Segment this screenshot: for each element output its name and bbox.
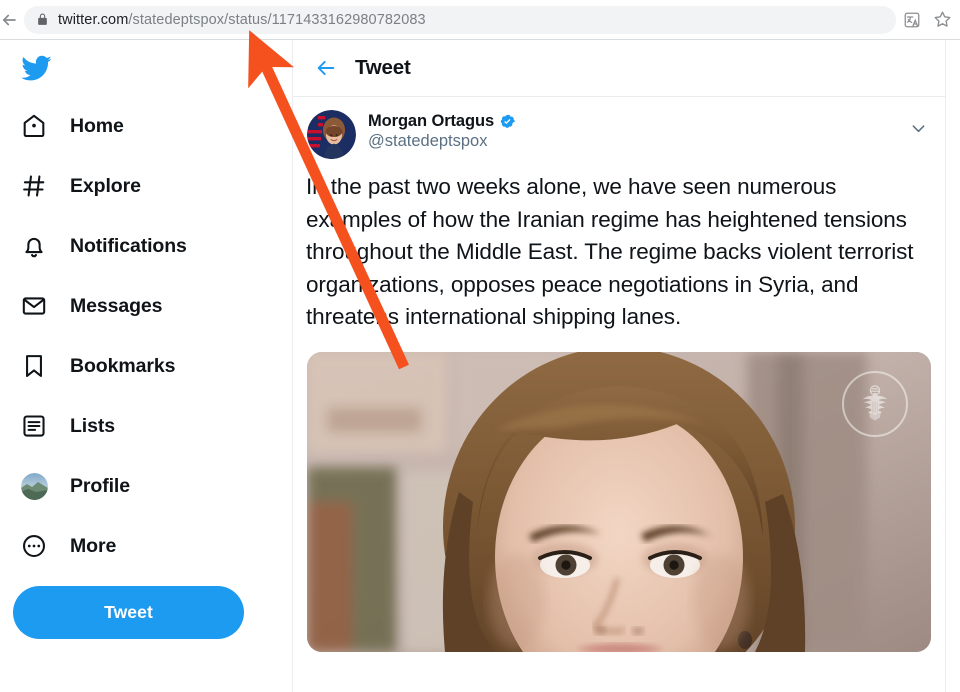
sidebar-item-label: Explore [70, 174, 141, 197]
browser-nav-edge-icon[interactable] [0, 0, 18, 40]
sidebar-item-notifications[interactable]: Notifications [14, 216, 292, 276]
twitter-bird-logo[interactable] [14, 40, 292, 96]
bookmark-icon [14, 353, 54, 379]
back-arrow-icon[interactable] [309, 51, 343, 85]
hashtag-icon [14, 173, 54, 199]
profile-avatar-icon [14, 472, 54, 500]
author-name[interactable]: Morgan Ortagus [368, 112, 494, 131]
url-path: /statedeptspox/status/117143316298078208… [128, 11, 426, 28]
sidebar-item-explore[interactable]: Explore [14, 156, 292, 216]
twitter-app: Home Explore Notifications Messages Book… [0, 40, 960, 692]
sidebar-item-label: Lists [70, 414, 116, 437]
tweet-detail-column: Tweet Morgan Ortagus @statedeptspox In t… [293, 40, 946, 692]
chevron-down-icon[interactable] [905, 115, 931, 141]
sidebar-item-home[interactable]: Home [14, 96, 292, 156]
verified-badge-icon [499, 113, 516, 130]
sidebar-navigation: Home Explore Notifications Messages Book… [0, 40, 293, 692]
lock-icon [36, 13, 49, 26]
url-host: twitter.com [58, 11, 129, 28]
more-ellipsis-icon [14, 533, 54, 559]
sidebar-item-label: Notifications [70, 234, 187, 257]
bell-icon [14, 233, 54, 259]
url-text: twitter.com/statedeptspox/status/1171433… [58, 12, 426, 28]
right-gutter [946, 40, 960, 692]
sidebar-item-label: Profile [70, 474, 130, 497]
tweet-compose-button[interactable]: Tweet [13, 586, 244, 639]
home-icon [14, 113, 54, 139]
sidebar-item-bookmarks[interactable]: Bookmarks [14, 336, 292, 396]
us-state-department-seal-icon [842, 370, 908, 437]
author-handle: @statedeptspox [368, 132, 488, 150]
sidebar-item-label: More [70, 534, 117, 557]
sidebar-item-lists[interactable]: Lists [14, 396, 292, 456]
address-bar[interactable]: twitter.com/statedeptspox/status/1171433… [24, 5, 896, 34]
sidebar-item-more[interactable]: More [14, 516, 292, 576]
tweet-body-text: In the past two weeks alone, we have see… [306, 174, 914, 330]
star-icon[interactable] [932, 10, 952, 30]
page-title: Tweet [355, 56, 411, 79]
list-icon [14, 413, 54, 439]
browser-toolbar-actions [902, 10, 960, 30]
tweet-author-meta: Morgan Ortagus @statedeptspox [368, 110, 516, 151]
avatar[interactable] [307, 110, 356, 159]
sidebar-item-label: Messages [70, 294, 163, 317]
sidebar-item-label: Home [70, 114, 124, 137]
sidebar-item-messages[interactable]: Messages [14, 276, 292, 336]
tweet-author-row: Morgan Ortagus @statedeptspox [293, 97, 945, 159]
tweet-header: Tweet [293, 40, 945, 97]
envelope-icon [14, 293, 54, 319]
tweet-media-frame [307, 351, 931, 652]
sidebar-item-label: Bookmarks [70, 354, 176, 377]
tweet-media-video[interactable] [307, 351, 931, 652]
translate-icon[interactable] [902, 10, 922, 30]
browser-toolbar: twitter.com/statedeptspox/status/1171433… [0, 0, 960, 40]
sidebar-item-profile[interactable]: Profile [14, 456, 292, 516]
